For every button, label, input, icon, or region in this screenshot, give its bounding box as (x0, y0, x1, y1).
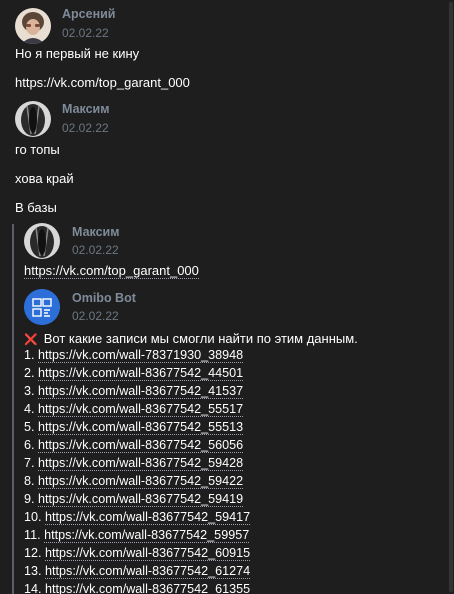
result-link[interactable]: https://vk.com/wall-83677542_59957 (44, 528, 250, 543)
result-number: 1. (24, 348, 35, 362)
result-item: 11. https://vk.com/wall-83677542_59957 (24, 528, 250, 543)
message-author[interactable]: Арсений (62, 7, 116, 21)
result-item: 8. https://vk.com/wall-83677542_59422 (24, 474, 244, 489)
message-text: го топы (15, 142, 60, 157)
result-number: 10. (24, 510, 42, 524)
result-link[interactable]: https://vk.com/wall-83677542_55517 (38, 402, 244, 417)
quote-bar (12, 224, 14, 594)
result-number: 5. (24, 420, 35, 434)
result-link[interactable]: https://vk.com/wall-83677542_61355 (45, 582, 251, 594)
bot-intro-text: Вот какие записи мы смогли найти по этим… (43, 331, 358, 346)
result-item: 4. https://vk.com/wall-83677542_55517 (24, 402, 244, 417)
result-item: 6. https://vk.com/wall-83677542_56056 (24, 438, 244, 453)
bot-author[interactable]: Omibo Bot (72, 291, 136, 305)
message-text: Но я первый не кину (15, 46, 140, 61)
result-number: 9. (24, 492, 35, 506)
quoted-date: 02.02.22 (72, 243, 119, 257)
result-item: 10. https://vk.com/wall-83677542_59417 (24, 510, 251, 525)
result-item: 2. https://vk.com/wall-83677542_44501 (24, 366, 244, 381)
result-number: 3. (24, 384, 35, 398)
quoted-link[interactable]: https://vk.com/top_garant_000 (24, 263, 199, 279)
result-number: 2. (24, 366, 35, 380)
result-link[interactable]: https://vk.com/wall-83677542_59417 (45, 510, 251, 525)
result-number: 7. (24, 456, 35, 470)
chat-history: Арсений 02.02.22 Но я первый не кину htt… (0, 0, 454, 594)
result-number: 11. (24, 528, 41, 542)
result-item: 12. https://vk.com/wall-83677542_60915 (24, 546, 251, 561)
avatar-image (15, 101, 51, 137)
avatar-image (24, 223, 60, 259)
message-text: В базы (15, 200, 57, 215)
result-link[interactable]: https://vk.com/wall-83677542_56056 (38, 438, 244, 453)
avatar-omibo-bot[interactable] (24, 289, 60, 325)
result-number: 12. (24, 546, 42, 560)
result-link[interactable]: https://vk.com/wall-83677542_59419 (38, 492, 244, 507)
cross-icon: ❌ (24, 334, 38, 346)
result-link[interactable]: https://vk.com/wall-78371930_38948 (38, 348, 244, 363)
result-item: 9. https://vk.com/wall-83677542_59419 (24, 492, 244, 507)
scrollbar[interactable] (448, 0, 454, 594)
result-link[interactable]: https://vk.com/wall-83677542_55513 (38, 420, 244, 435)
message-text: хова край (15, 171, 74, 186)
result-number: 8. (24, 474, 35, 488)
result-item: 14. https://vk.com/wall-83677542_61355 (24, 582, 251, 594)
message-date: 02.02.22 (62, 121, 109, 135)
result-link[interactable]: https://vk.com/wall-83677542_60915 (45, 546, 251, 561)
message-author[interactable]: Максим (62, 102, 110, 116)
bot-date: 02.02.22 (72, 309, 119, 323)
message-link-text[interactable]: https://vk.com/top_garant_000 (15, 75, 190, 90)
result-link[interactable]: https://vk.com/wall-83677542_41537 (38, 384, 244, 399)
avatar-maksim[interactable] (15, 101, 51, 137)
result-item: 3. https://vk.com/wall-83677542_41537 (24, 384, 244, 399)
result-number: 14. (24, 582, 42, 594)
bot-intro: ❌ Вот какие записи мы смогли найти по эти… (24, 331, 358, 346)
bot-logo-icon (24, 289, 60, 325)
avatar-maksim-quoted[interactable] (24, 223, 60, 259)
result-item: 7. https://vk.com/wall-83677542_59428 (24, 456, 244, 471)
result-number: 4. (24, 402, 35, 416)
message-date: 02.02.22 (62, 26, 109, 40)
result-link[interactable]: https://vk.com/wall-83677542_44501 (38, 366, 244, 381)
avatar-arseniy[interactable] (15, 8, 51, 44)
result-item: 13. https://vk.com/wall-83677542_61274 (24, 564, 251, 579)
message-link[interactable]: https://vk.com/top_garant_000 (15, 75, 190, 90)
result-item: 1. https://vk.com/wall-78371930_38948 (24, 348, 244, 363)
quoted-link-text[interactable]: https://vk.com/top_garant_000 (24, 263, 199, 279)
avatar-image (15, 8, 51, 44)
result-number: 6. (24, 438, 35, 452)
result-item: 5. https://vk.com/wall-83677542_55513 (24, 420, 244, 435)
result-link[interactable]: https://vk.com/wall-83677542_61274 (45, 564, 251, 579)
quoted-author[interactable]: Максим (72, 225, 120, 239)
scrollbar-thumb[interactable] (449, 2, 453, 592)
result-number: 13. (24, 564, 42, 578)
result-link[interactable]: https://vk.com/wall-83677542_59422 (38, 474, 244, 489)
result-link[interactable]: https://vk.com/wall-83677542_59428 (38, 456, 244, 471)
